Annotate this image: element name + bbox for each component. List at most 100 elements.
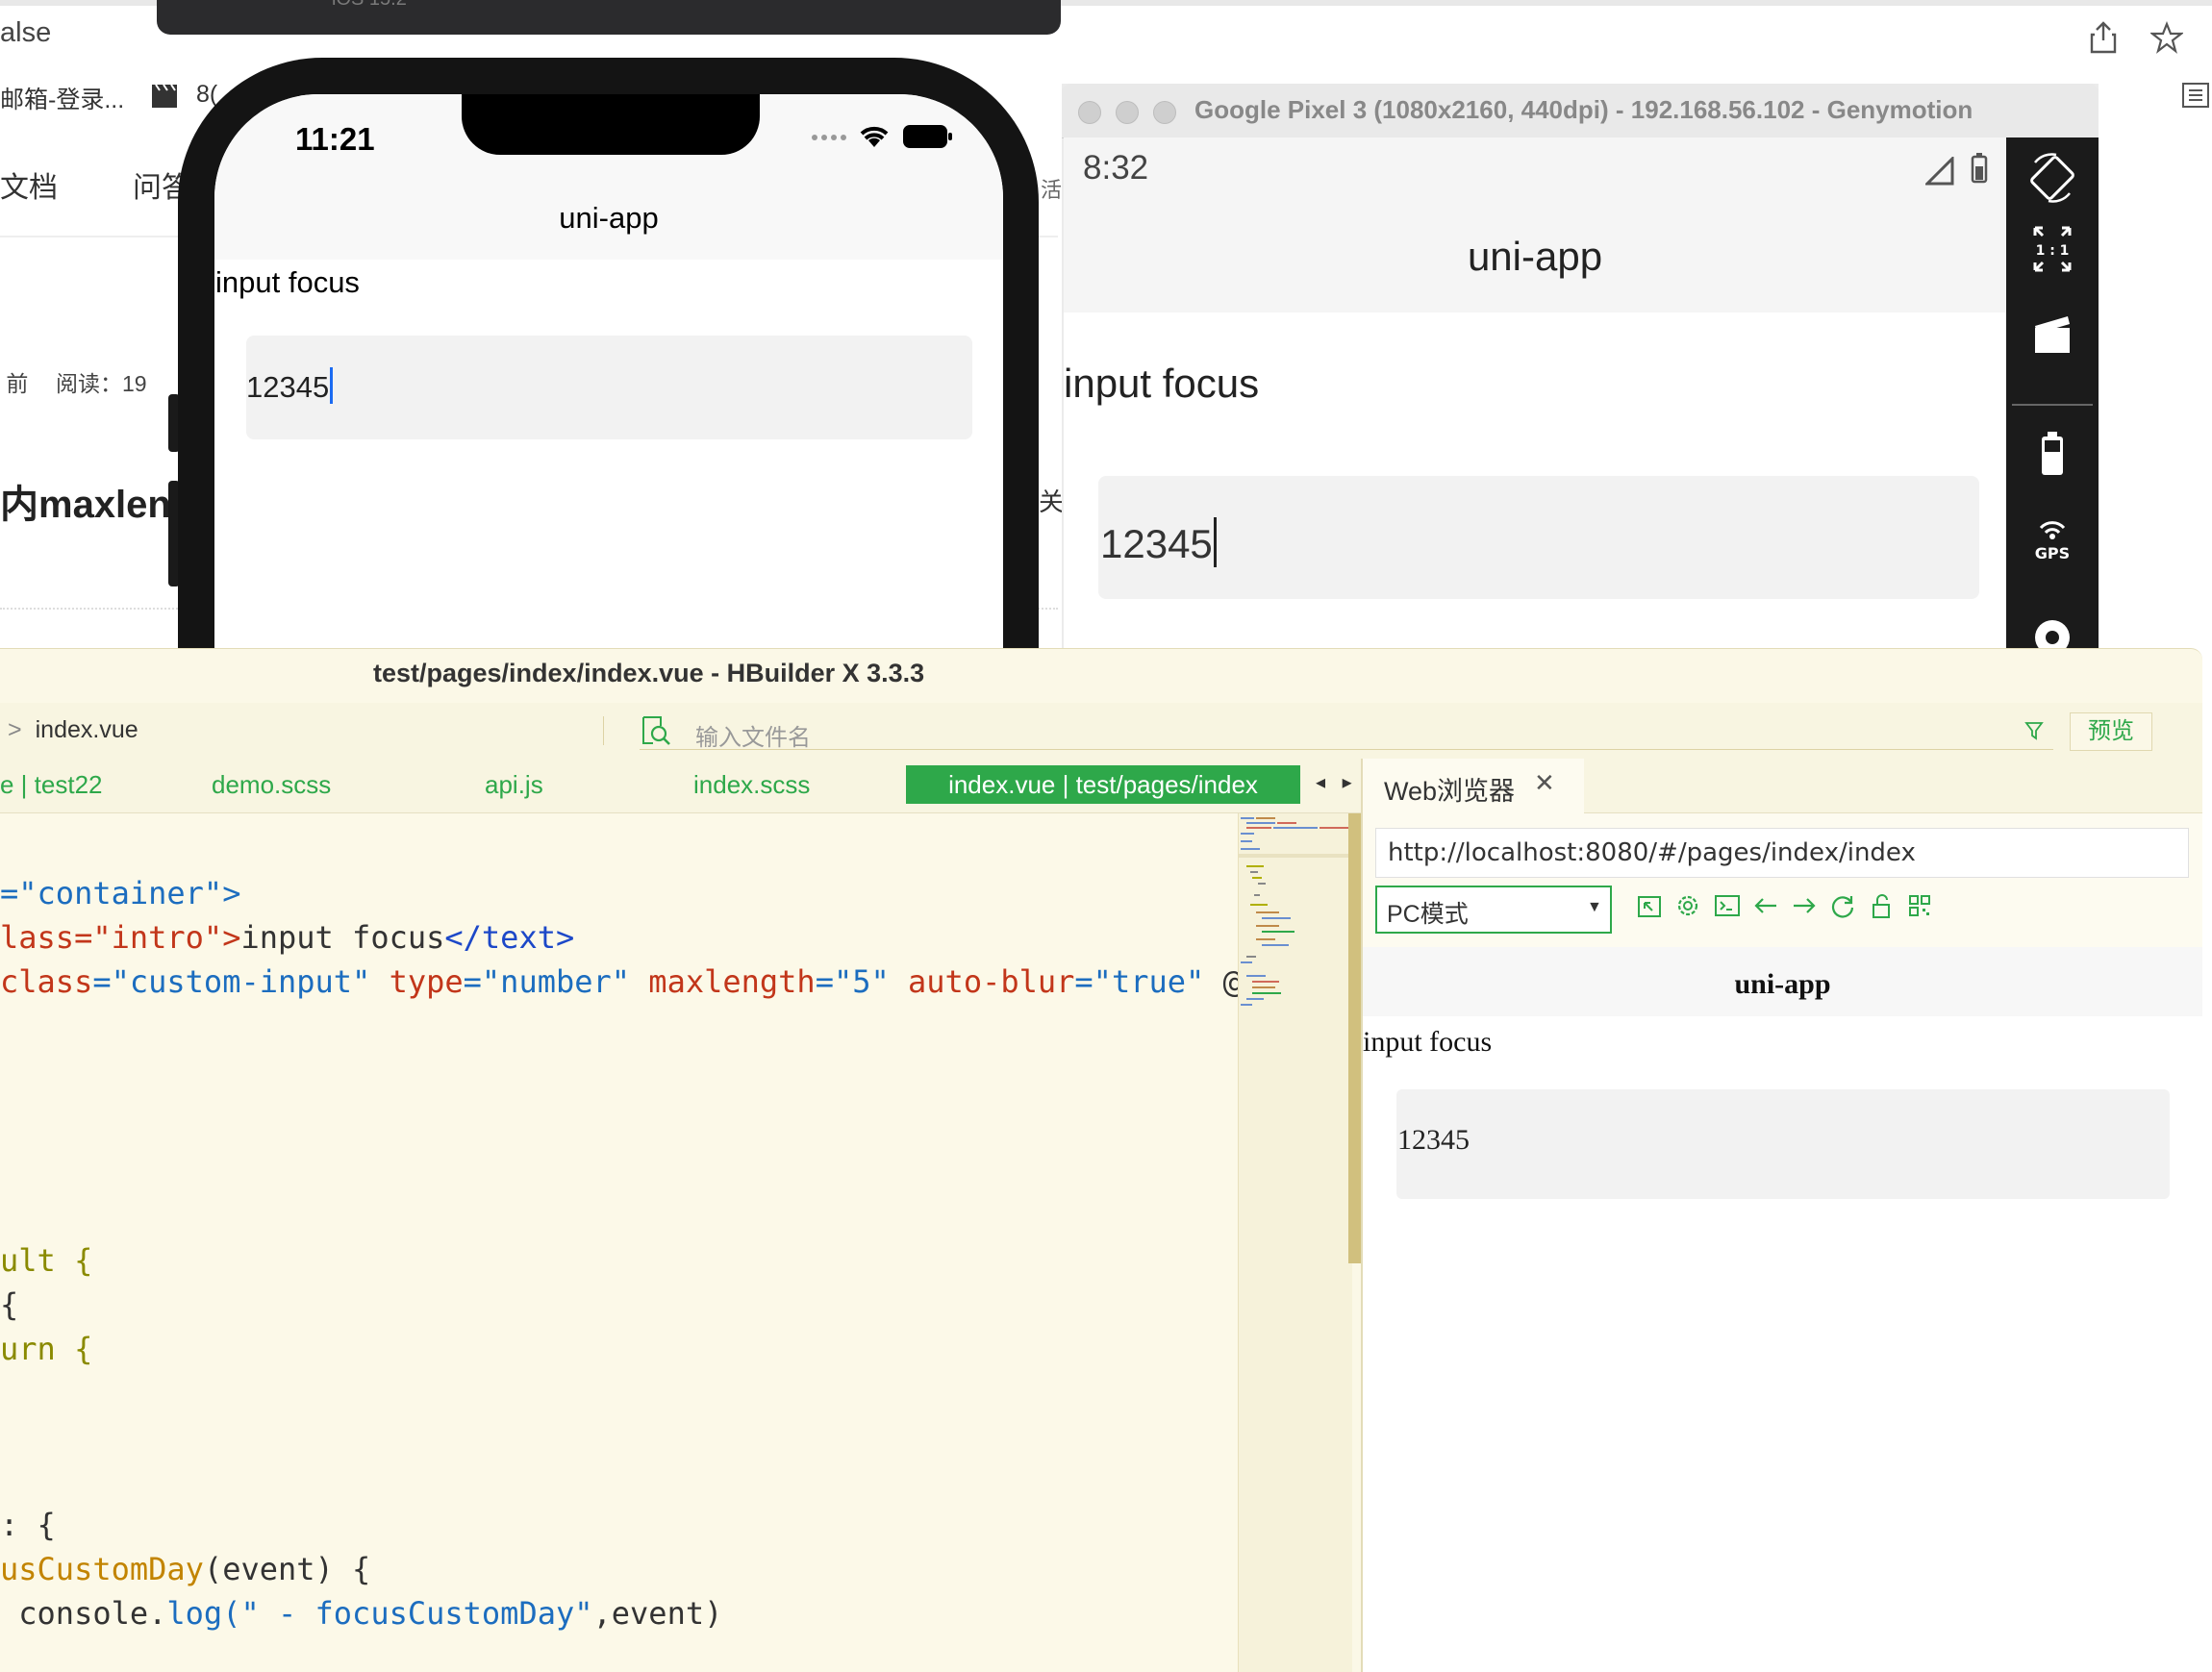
code-editor[interactable]: ="container"> lass="intro">input focus</… — [0, 813, 1242, 1672]
android-battery-icon — [1971, 153, 1988, 184]
android-input-value: 12345 — [1100, 521, 1213, 566]
code-line: usCustomDay(event) { — [0, 1551, 371, 1587]
genymotion-window-title: Google Pixel 3 (1080x2160, 440dpi) - 192… — [1194, 95, 1973, 124]
share-icon[interactable] — [2089, 21, 2118, 54]
tab-test22[interactable]: e | test22 — [0, 770, 103, 800]
android-app-header: uni-app — [1064, 205, 2006, 312]
article-meta-time: 前 — [0, 371, 29, 396]
android-status-bar: 8:32 — [1064, 137, 2006, 205]
refresh-icon[interactable] — [1828, 891, 1857, 920]
android-status-time: 8:32 — [1083, 149, 1149, 187]
device-mode-value: PC模式 — [1387, 901, 1469, 928]
back-arrow-icon[interactable] — [1751, 891, 1780, 920]
toolbar-divider — [2012, 404, 2093, 406]
text-caret — [330, 367, 334, 404]
web-page-title: uni-app — [1734, 968, 1831, 1000]
web-browser-tab-label: Web浏览器 — [1384, 777, 1516, 806]
camera-icon[interactable] — [2006, 614, 2099, 653]
web-preview-page: uni-app input focus 12345 — [1363, 947, 2202, 1672]
code-line: urn { — [0, 1331, 93, 1367]
genymotion-titlebar[interactable]: Google Pixel 3 (1080x2160, 440dpi) - 192… — [1062, 84, 2099, 138]
capture-icon[interactable] — [2006, 311, 2099, 361]
pixel-perfect-label: 1 : 1 — [2036, 243, 2070, 259]
tab-index-vue-active[interactable]: index.vue | test/pages/index — [906, 765, 1300, 804]
web-tab-strip — [1584, 759, 2202, 813]
breadcrumb-separator: > — [8, 716, 22, 743]
file-search-field[interactable]: 输入文件名 — [640, 712, 2053, 751]
bookmark-mail[interactable]: 邮箱-登录... — [0, 81, 124, 115]
bookmark-star-icon[interactable] — [2150, 21, 2183, 54]
ios-intro-text: input focus — [215, 265, 360, 299]
gps-label: GPS — [2035, 544, 2070, 562]
close-window-button[interactable] — [1078, 101, 1101, 124]
rotate-icon[interactable] — [2006, 149, 2099, 207]
editor-tab-bar: e | test22 demo.scss api.js index.scss i… — [0, 759, 1361, 813]
web-browser-tab[interactable]: Web浏览器 ✕ — [1363, 759, 1585, 812]
tab-scroll-arrows[interactable]: ◂ ▸ — [1316, 770, 1358, 794]
genymotion-window: Google Pixel 3 (1080x2160, 440dpi) - 192… — [1062, 84, 2099, 699]
battery-icon[interactable] — [2006, 431, 2099, 479]
open-external-icon[interactable] — [1635, 891, 1664, 920]
android-custom-input[interactable]: 12345 — [1098, 476, 1979, 599]
signal-icon — [1925, 157, 1954, 186]
web-input-value: 12345 — [1397, 1124, 1470, 1156]
cellular-signal-icon — [811, 133, 849, 142]
tab-index-scss[interactable]: index.scss — [693, 770, 810, 800]
qrcode-icon[interactable] — [1905, 891, 1934, 920]
web-intro-text: input focus — [1363, 1026, 1493, 1058]
file-search-placeholder: 输入文件名 — [695, 725, 811, 751]
web-custom-input[interactable]: 12345 — [1396, 1089, 2170, 1199]
chevron-down-icon: ▼ — [1587, 899, 1602, 915]
code-line: : { — [0, 1507, 56, 1543]
code-line: ult { — [0, 1242, 93, 1279]
code-line: console.log(" - focusCustomDay",event) — [0, 1595, 723, 1632]
hbuilderx-window-title: test/pages/index/index.vue - HBuilder X … — [373, 659, 925, 687]
breadcrumb[interactable]: > index.vue — [8, 716, 138, 744]
breadcrumb-file[interactable]: index.vue — [36, 716, 138, 743]
zoom-window-button[interactable] — [1153, 101, 1176, 124]
hbuilderx-window: test/pages/index/index.vue - HBuilder X … — [0, 648, 2202, 1672]
side-text-topic: 活 — [1041, 178, 1063, 202]
editor-scrollbar[interactable] — [1348, 813, 1361, 1263]
ios-custom-input[interactable]: 12345 — [246, 336, 972, 439]
settings-gear-icon[interactable] — [1673, 891, 1702, 920]
tab-api-js[interactable]: api.js — [485, 770, 543, 800]
unlock-icon[interactable] — [1867, 891, 1896, 920]
web-page-header: uni-app — [1363, 947, 2202, 1016]
reading-list-icon[interactable] — [2181, 81, 2210, 110]
ios-input-value: 12345 — [246, 370, 330, 404]
code-line: { — [0, 1286, 19, 1323]
hbuilderx-toolbar: > index.vue 输入文件名 预览 — [0, 703, 2202, 760]
forward-arrow-icon[interactable] — [1790, 891, 1819, 920]
ios-status-time: 11:21 — [295, 121, 375, 157]
clapperboard-icon — [150, 81, 179, 110]
android-screen: 8:32 uni-app input focus 12345 — [1064, 137, 2006, 699]
url-value: http://localhost:8080/#/pages/index/inde… — [1388, 838, 1916, 867]
ios-simulator-titlebar[interactable]: iOS 15.2 — [157, 0, 1061, 35]
article-meta-reads: 阅读：19 — [56, 371, 147, 396]
web-browser-panel: Web浏览器 ✕ http://localhost:8080/#/pages/i… — [1363, 759, 2202, 1672]
ios-nav-title: uni-app — [559, 201, 659, 235]
filter-icon[interactable] — [2024, 720, 2044, 741]
browser-url-fragment[interactable]: alse — [0, 17, 51, 49]
file-search-icon — [640, 714, 672, 747]
code-line: ="container"> — [0, 875, 241, 911]
gps-icon[interactable]: GPS — [2006, 514, 2099, 564]
close-icon[interactable]: ✕ — [1534, 768, 1555, 798]
toolbar-divider — [603, 716, 604, 745]
device-mode-select[interactable]: PC模式 ▼ — [1375, 886, 1612, 934]
iphone-notch — [462, 94, 760, 155]
url-input[interactable]: http://localhost:8080/#/pages/index/inde… — [1375, 828, 2189, 878]
ios-version-label: iOS 15.2 — [332, 0, 407, 11]
nav-docs[interactable]: 文档 — [0, 163, 58, 206]
minimize-window-button[interactable] — [1116, 101, 1139, 124]
side-text-related: 关 — [1039, 487, 1065, 516]
android-app-title: uni-app — [1467, 234, 1603, 279]
code-line: class="custom-input" type="number" maxle… — [0, 963, 1242, 1000]
tab-demo-scss[interactable]: demo.scss — [212, 770, 331, 800]
preview-button[interactable]: 预览 — [2070, 712, 2152, 751]
pixel-perfect-icon[interactable]: 1 : 1 — [2006, 220, 2099, 278]
console-icon[interactable] — [1713, 891, 1742, 920]
battery-icon — [903, 125, 953, 148]
code-minimap[interactable] — [1238, 813, 1352, 1672]
